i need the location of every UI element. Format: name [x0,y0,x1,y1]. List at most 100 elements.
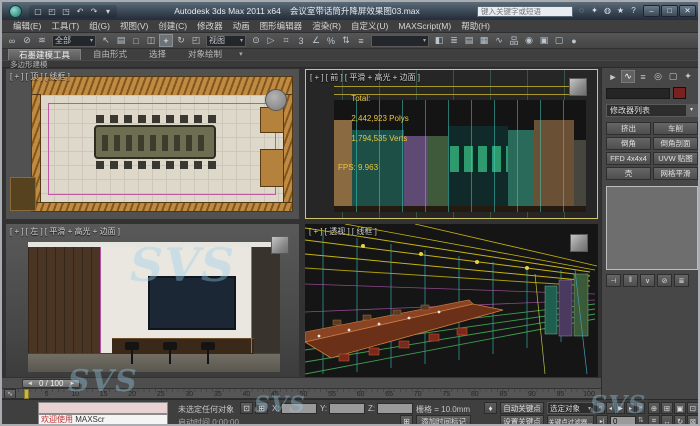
go-to-end-icon[interactable]: » [636,402,645,414]
previous-frame-icon[interactable]: ◂ [606,402,615,414]
use-pivot-center-icon[interactable]: ⊙ [249,34,263,47]
menu-item[interactable]: 渲染(R) [307,20,346,32]
favorites-icon[interactable]: ★ [614,5,627,17]
modifier-button[interactable]: 网格平滑 [653,167,698,180]
quick-access-dropdown-icon[interactable]: ▾ [102,6,114,17]
display-tab[interactable]: ▢ [666,70,680,83]
modifier-button[interactable]: 挤出 [606,122,651,135]
auto-key-button[interactable]: 自动关键点 [500,402,544,414]
graphite-ribbon-toggle-icon[interactable]: ▦ [477,34,491,47]
utilities-tab[interactable]: ✦ [681,70,695,83]
viewport-left[interactable]: [ + ] [ 左 ] [ 平滑 + 高光 + 边面 ] [6,224,299,377]
spinner-snap-icon[interactable]: ⇅ [339,34,353,47]
menu-item[interactable]: 视图(V) [115,20,153,32]
modifier-button[interactable]: UVW 贴图 [653,152,698,165]
zoom-icon[interactable]: ⊕ [648,402,660,414]
orbit-view-icon[interactable]: ↻ [674,415,686,426]
mirror-icon[interactable]: ◧ [432,34,446,47]
show-end-result-icon[interactable]: ‖ [623,274,638,287]
set-key-toggle-icon[interactable]: ♦ [484,402,497,414]
key-filters-button[interactable]: 关键点过滤器... [547,415,594,426]
menu-item[interactable]: 动画 [228,20,255,32]
current-frame-field[interactable]: 0 [610,416,636,426]
select-and-move-icon[interactable]: + [159,34,173,47]
layer-manager-icon[interactable]: ▤ [462,34,476,47]
viewport-top[interactable]: [ + ] [ 顶 ] [ 线框 ] [6,69,299,219]
key-mode-select[interactable]: 选定对象 ▾ [547,402,594,414]
undo-icon[interactable]: ↶ [74,6,86,17]
play-animation-icon[interactable]: ▶ [616,402,625,414]
frame-spinner-icon[interactable]: ⇅ [638,416,644,424]
menu-item[interactable]: 修改器 [192,20,228,32]
angle-snap-icon[interactable]: ∠ [309,34,323,47]
ribbon-tab[interactable]: 石墨建模工具 [8,49,81,60]
mini-curve-editor-button[interactable]: ∿ [4,389,16,399]
next-frame-icon[interactable]: ▸ [626,402,635,414]
view-cube[interactable] [271,236,289,254]
viewport-front-active[interactable]: [ + ] [ 前 ] [ 平滑 + 高光 + 边面 ] Total: 2,44… [305,69,598,219]
modifier-list-dropdown[interactable]: 修改器列表 ▾ [606,104,698,117]
key-mode-toggle-icon[interactable]: ▸| [596,415,608,426]
time-tag-icon[interactable]: ⊞ [400,415,413,426]
maxscript-mini-listener[interactable]: 欢迎使用 MAXScr [38,414,168,426]
set-key-button[interactable]: 设置关键点 [500,415,544,426]
modifier-button[interactable]: 壳 [606,167,651,180]
modify-tab[interactable]: ∿ [621,70,635,83]
zoom-extents-icon[interactable]: ▣ [674,402,686,414]
view-cube[interactable] [569,78,587,96]
select-object-icon[interactable]: ↖ [99,34,113,47]
motion-tab[interactable]: ◎ [651,70,665,83]
hierarchy-tab[interactable]: ≡ [636,70,650,83]
remove-modifier-icon[interactable]: ⊘ [657,274,672,287]
ribbon-tab[interactable]: 自由形式 [83,49,137,60]
save-file-icon[interactable]: ◳ [60,6,72,17]
menu-item[interactable]: 自定义(U) [346,20,393,32]
percent-snap-icon[interactable]: % [324,34,338,47]
track-bar-ruler[interactable]: 5101520253035404550556065707580859095100 [18,389,589,399]
modifier-button[interactable]: 倒角 [606,137,651,150]
viewport-label[interactable]: [ + ] [ 前 ] [ 平滑 + 高光 + 边面 ] [310,72,420,83]
rendered-frame-icon[interactable]: ▢ [552,34,566,47]
ribbon-panel-strip[interactable]: 多边形建模 [2,60,698,68]
make-unique-icon[interactable]: ∨ [640,274,655,287]
modifier-button[interactable]: FFD 4x4x4 [606,152,651,165]
select-by-name-icon[interactable]: ▤ [114,34,128,47]
steering-wheel-widget[interactable] [265,89,287,111]
viewport-label[interactable]: [ + ] [ 顶 ] [ 线框 ] [10,71,70,82]
named-selection-sets-select[interactable]: ▾ [371,35,429,47]
window-crossing-toggle-icon[interactable]: ◫ [144,34,158,47]
subscription-center-icon[interactable]: ✦ [588,5,601,17]
absolute-mode-icon[interactable]: ⊞ [255,402,268,414]
pin-stack-icon[interactable]: ⊣ [606,274,621,287]
edit-named-sets-icon[interactable]: ≡ [354,34,368,47]
maximize-viewport-toggle-icon[interactable]: ⊠ [687,415,699,426]
create-tab[interactable]: ► [606,70,620,83]
communication-center-icon[interactable]: ◍ [601,5,614,17]
viewport-label[interactable]: [ + ] [ 左 ] [ 平滑 + 高光 + 边面 ] [10,226,120,237]
ribbon-display-toggle-icon[interactable]: ▾ [239,49,243,60]
snaps-toggle-icon[interactable]: 3 [294,34,308,47]
reference-coordinate-select[interactable]: 视图▾ [206,35,246,47]
modifier-stack-list[interactable] [606,186,698,270]
y-coord-field[interactable] [329,403,365,414]
select-and-rotate-icon[interactable]: ↻ [174,34,188,47]
zoom-region-icon[interactable]: ⌗ [648,415,660,426]
go-to-start-icon[interactable]: « [596,402,605,414]
zoom-all-icon[interactable]: ⊞ [661,402,673,414]
render-setup-icon[interactable]: ▣ [537,34,551,47]
schematic-view-icon[interactable]: 品 [507,34,521,47]
help-icon[interactable]: ? [627,5,640,17]
menu-item[interactable]: 图形编辑器 [255,20,308,32]
minimize-button[interactable]: – [643,5,660,17]
application-menu-button[interactable] [4,3,26,19]
modifier-button[interactable]: 车削 [653,122,698,135]
ribbon-tab[interactable]: 选择 [139,49,176,60]
modifier-button[interactable]: 倒角剖面 [653,137,698,150]
keyboard-shortcut-override-icon[interactable]: ⌗ [279,34,293,47]
select-and-scale-icon[interactable]: ◰ [189,34,203,47]
selection-filter-select[interactable]: 全部▾ [52,35,96,47]
infocenter-search-input[interactable] [477,6,573,17]
search-button-icon[interactable]: ◌ [575,5,588,17]
ribbon-tab[interactable]: 对象绘制 [178,49,232,60]
object-color-swatch[interactable] [673,87,686,99]
